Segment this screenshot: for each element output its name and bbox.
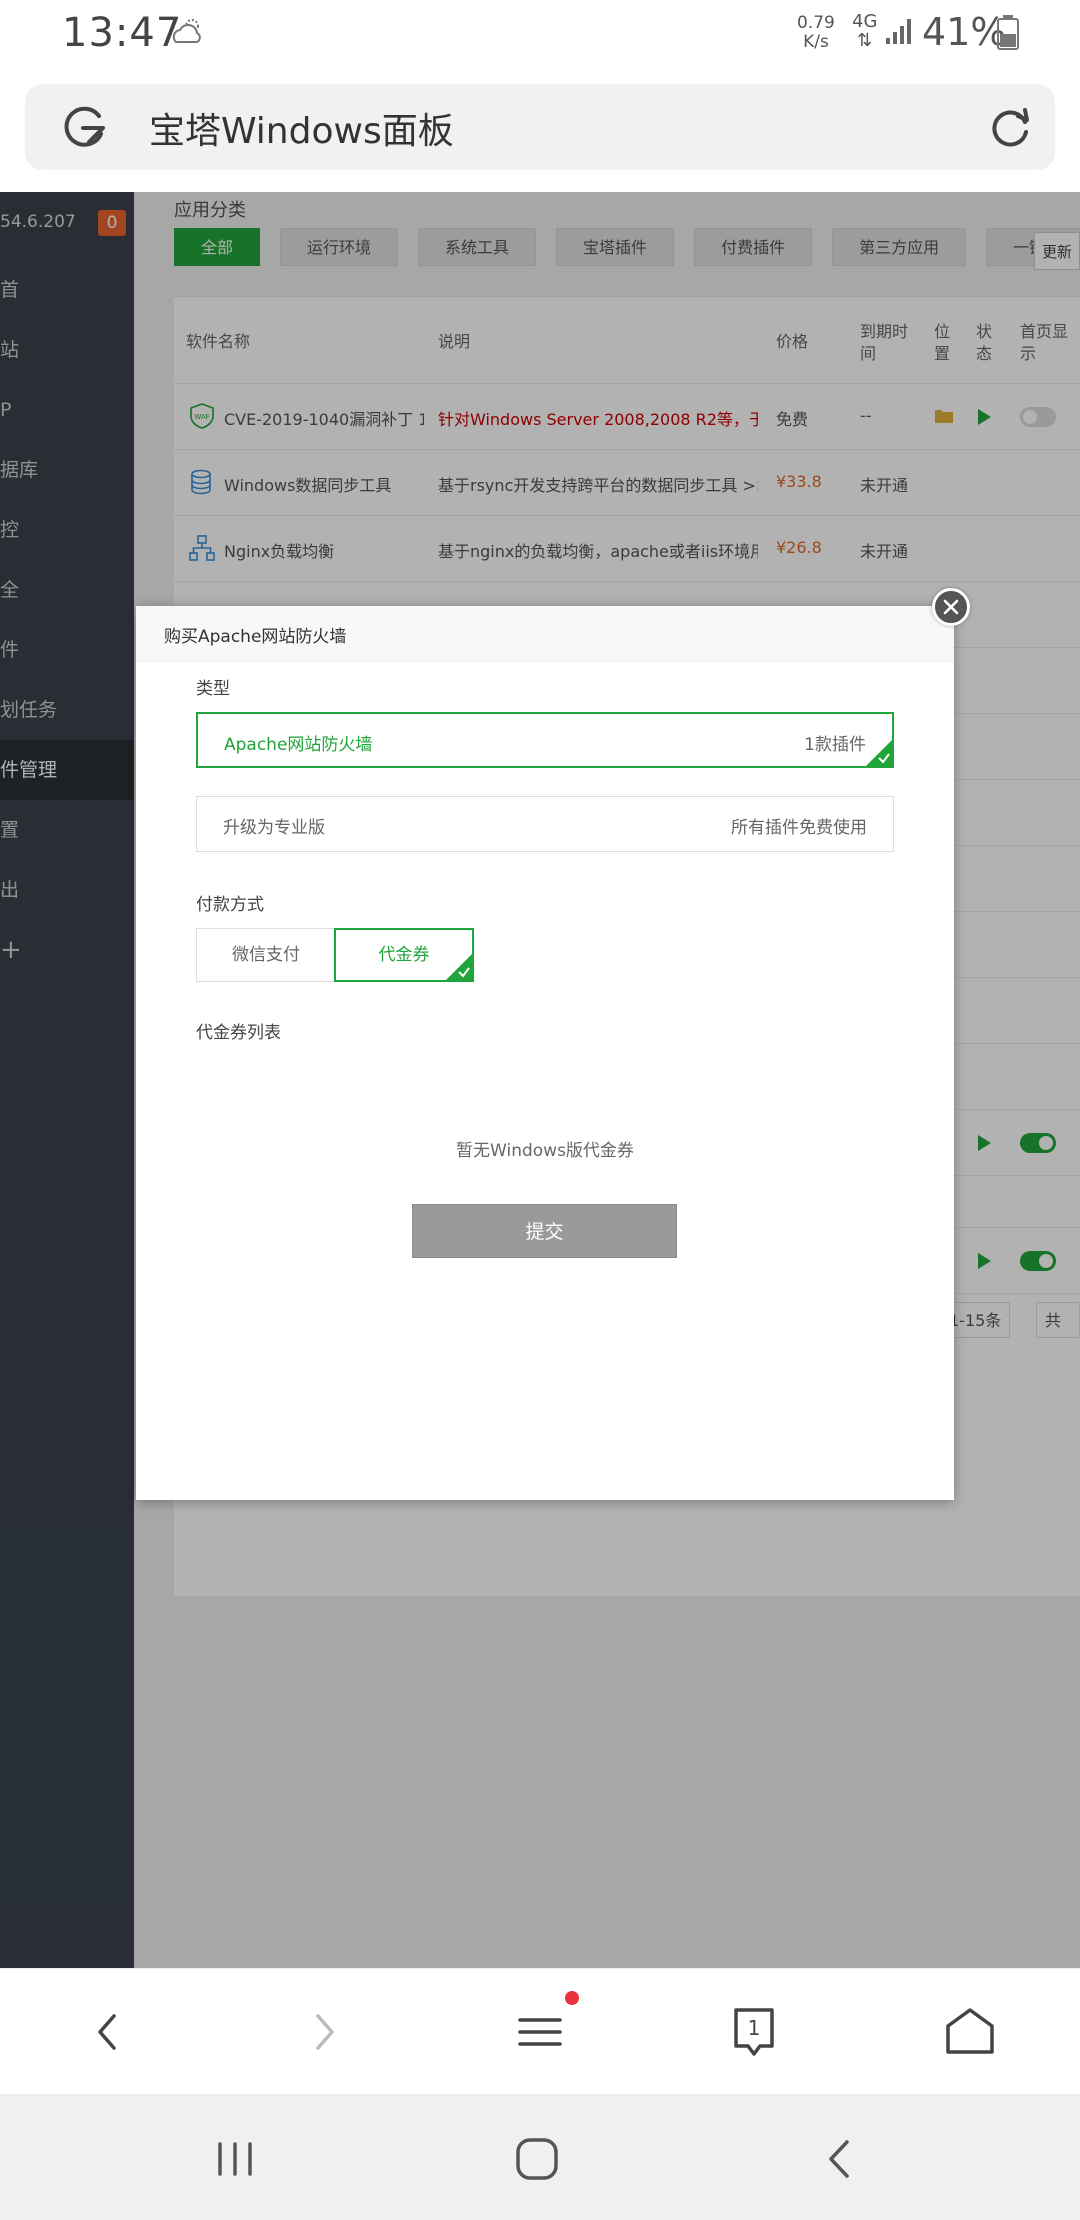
browser-logo-icon[interactable] [59, 102, 109, 152]
net-type-label: 4G [852, 11, 878, 32]
forward-icon[interactable] [294, 2002, 354, 2062]
net-speed: 0.79 K/s [797, 14, 835, 52]
address-bar[interactable]: 宝塔Windows面板 [25, 84, 1055, 170]
option-name: Apache网站防火墙 [224, 735, 373, 755]
address-text[interactable]: 宝塔Windows面板 [149, 102, 454, 154]
dialog-title: 购买Apache网站防火墙 [164, 627, 347, 647]
net-speed-value: 0.79 [797, 13, 835, 33]
net-speed-unit: K/s [803, 32, 829, 52]
payment-label: 付款方式 [196, 895, 264, 915]
pay-coupon-label: 代金券 [378, 945, 430, 965]
submit-button[interactable]: 提交 [412, 1204, 677, 1258]
battery-percent: 41% [922, 10, 1007, 54]
option-desc: 1款插件 [804, 735, 866, 755]
status-time: 13:47 [62, 10, 183, 56]
check-icon [866, 740, 892, 766]
purchase-dialog: 购买Apache网站防火墙 类型 Apache网站防火墙 1款插件 升级为专业版… [136, 606, 954, 1500]
system-nav-bar [0, 2094, 1080, 2220]
net-type: 4G ⇅ [852, 12, 877, 50]
pay-coupon-button[interactable]: 代金券 [334, 928, 474, 982]
dialog-header: 购买Apache网站防火墙 [136, 606, 954, 662]
tabs-button[interactable]: 1 [724, 2002, 784, 2062]
menu-icon[interactable] [510, 2002, 570, 2062]
empty-coupon-text: 暂无Windows版代金券 [456, 1141, 634, 1161]
coupon-list-label: 代金券列表 [196, 1023, 281, 1043]
notification-dot [565, 1991, 579, 2005]
check-icon [446, 954, 472, 980]
battery-icon [997, 15, 1019, 50]
type-label: 类型 [196, 679, 230, 699]
data-arrows-icon: ⇅ [857, 30, 873, 51]
tab-count: 1 [747, 2016, 761, 2040]
signal-icon [886, 19, 911, 44]
browser-toolbar: 1 [0, 1968, 1080, 2094]
cloud-sun-icon [172, 19, 201, 43]
close-dialog-button[interactable] [932, 588, 970, 626]
pay-wechat-button[interactable]: 微信支付 [196, 928, 336, 982]
web-page: 54.6.207 0 首 站 P 据库 控 全 件 划任务 件管理 置 出 + … [0, 192, 1080, 1968]
close-icon [943, 599, 959, 615]
home-icon[interactable] [940, 2002, 1000, 2062]
option-upgrade-pro[interactable]: 升级为专业版 所有插件免费使用 [196, 796, 894, 852]
home-circle-icon[interactable] [512, 2134, 562, 2184]
status-bar: 13:47 0.79 K/s 4G ⇅ 41% [0, 0, 1080, 70]
reload-icon[interactable] [985, 102, 1035, 152]
recent-apps-icon[interactable] [210, 2134, 260, 2184]
option-apache-firewall[interactable]: Apache网站防火墙 1款插件 [196, 712, 894, 768]
back-nav-icon[interactable] [815, 2134, 865, 2184]
back-icon[interactable] [78, 2002, 138, 2062]
option-desc: 所有插件免费使用 [731, 818, 867, 838]
option-name: 升级为专业版 [223, 818, 325, 838]
